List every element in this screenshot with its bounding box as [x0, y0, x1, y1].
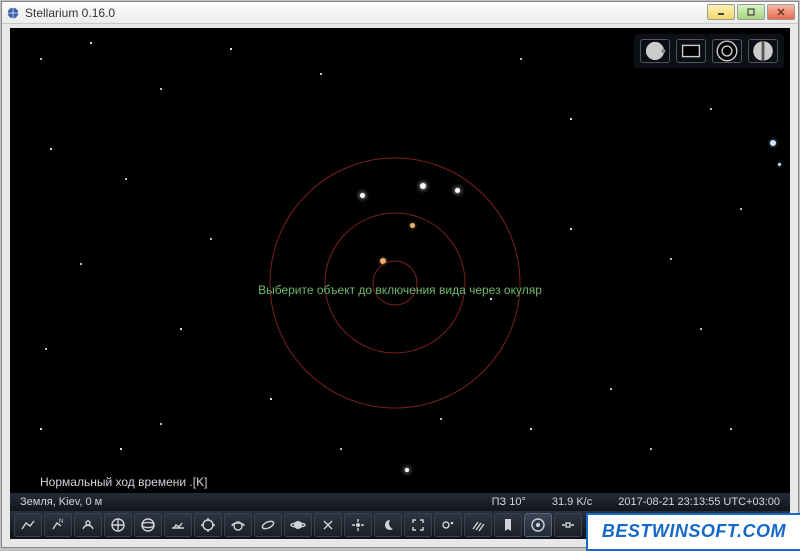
- close-button[interactable]: [767, 4, 795, 20]
- exoplanets-button[interactable]: [434, 513, 462, 537]
- sky-view[interactable]: Выберите объект до включения вида через …: [10, 28, 790, 539]
- meteor-showers-button[interactable]: [464, 513, 492, 537]
- view-mode-strip: [634, 34, 784, 68]
- bookmarks-button[interactable]: [494, 513, 522, 537]
- constellation-art-button[interactable]: [74, 513, 102, 537]
- direction-text: ПЗ 10°: [492, 496, 526, 508]
- status-bar: Земля, Kiev, 0 м ПЗ 10° 31.9 K/c 2017-08…: [10, 493, 790, 511]
- frame-view-button[interactable]: [676, 39, 706, 63]
- equatorial-mount-button[interactable]: [314, 513, 342, 537]
- datetime-text[interactable]: 2017-08-21 23:13:55 UTC+03:00: [618, 496, 780, 508]
- ocular-button[interactable]: [524, 513, 552, 537]
- azimuthal-grid-button[interactable]: [134, 513, 162, 537]
- window-frame: Stellarium 0.16.0: [1, 1, 799, 548]
- ocular-hint-text: Выберите объект до включения вида через …: [10, 283, 790, 297]
- center-selected-button[interactable]: [344, 513, 372, 537]
- ocular-view-button[interactable]: [640, 39, 670, 63]
- fullscreen-button[interactable]: [404, 513, 432, 537]
- equatorial-grid-button[interactable]: [104, 513, 132, 537]
- constellation-labels-button[interactable]: N: [44, 513, 72, 537]
- fov-rate-text: 31.9 K/c: [552, 496, 592, 508]
- app-icon: [6, 6, 20, 20]
- svg-text:N: N: [59, 519, 63, 525]
- time-status-text: Нормальный ход времени .[K]: [40, 475, 207, 489]
- minimize-button[interactable]: [707, 4, 735, 20]
- location-text[interactable]: Земля, Kiev, 0 м: [20, 496, 102, 508]
- maximize-button[interactable]: [737, 4, 765, 20]
- atmosphere-button[interactable]: [224, 513, 252, 537]
- cardinal-points-button[interactable]: [194, 513, 222, 537]
- constellation-lines-button[interactable]: [14, 513, 42, 537]
- satellite-button[interactable]: [554, 513, 582, 537]
- ocular-config-button[interactable]: [748, 39, 778, 63]
- deep-sky-button[interactable]: [254, 513, 282, 537]
- planet-labels-button[interactable]: [284, 513, 312, 537]
- night-mode-button[interactable]: [374, 513, 402, 537]
- ground-button[interactable]: [164, 513, 192, 537]
- window-title: Stellarium 0.16.0: [25, 6, 115, 20]
- telrad-button[interactable]: [712, 39, 742, 63]
- titlebar[interactable]: Stellarium 0.16.0: [2, 2, 798, 24]
- window-controls: [707, 4, 795, 20]
- watermark: BESTWINSOFT.COM: [586, 513, 800, 551]
